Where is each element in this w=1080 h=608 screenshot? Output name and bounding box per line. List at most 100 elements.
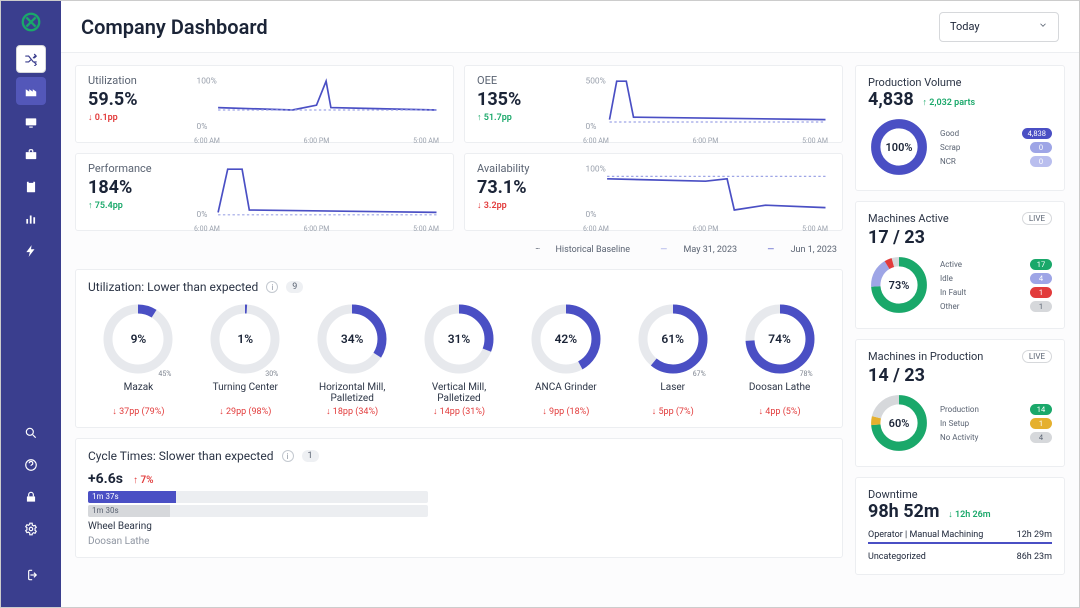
machine-donut[interactable]: 34% Horizontal Mill,Palletized ↓ 18pp (34%… <box>302 302 403 417</box>
utilization-section: Utilization: Lower than expected i 9 9%4… <box>75 269 843 428</box>
machines-active-card[interactable]: Machines Active LIVE 17 / 23 <box>855 201 1065 329</box>
kpi-value: 73.1% <box>477 177 567 198</box>
kpi-legend: ··· Historical Baseline — May 31, 2023 —… <box>75 241 843 259</box>
stat-row: In Fault1 <box>940 287 1052 298</box>
kpi-delta: ↓ 0.1pp <box>88 112 178 123</box>
machine-donut[interactable]: 31%Vertical Mill,Palletized↓ 14pp (31%) <box>409 302 510 417</box>
donut-icon: 61%67% <box>636 302 710 376</box>
nav-shuffle-icon[interactable] <box>16 45 46 73</box>
rc-value: 14 / 23 <box>868 365 1052 386</box>
kpi-delta: ↑ 75.4pp <box>88 200 178 211</box>
kpi-oee[interactable]: OEE 135% ↑ 51.7pp 500% 0% 6:00 AM6:0 <box>464 65 843 143</box>
machine-name: Vertical Mill,Palletized <box>432 382 486 404</box>
downtime-card[interactable]: Downtime 98h 52m ↓ 12h 26m Operator | Ma… <box>855 477 1065 575</box>
stat-pill: 4,838 <box>1022 128 1052 139</box>
machine-name: Horizontal Mill,Palletized <box>319 382 385 404</box>
chevron-down-icon <box>1038 20 1048 33</box>
cycle-bar-expected: 1m 30s <box>88 505 428 517</box>
stat-pill: 0 <box>1030 142 1052 153</box>
kpi-label: Utilization <box>88 74 178 87</box>
stat-row: No Activity4 <box>940 432 1052 443</box>
nav-briefcase-icon[interactable] <box>16 141 46 169</box>
stat-pill: 4 <box>1030 273 1052 284</box>
cycle-machine: Doosan Lathe <box>88 536 830 547</box>
machine-name: Mazak <box>124 382 154 404</box>
rc-value: 17 / 23 <box>868 227 1052 248</box>
live-badge: LIVE <box>1022 350 1052 363</box>
stat-row: Idle 4 <box>940 273 1052 284</box>
machine-delta: ↓ 18pp (34%) <box>326 406 378 417</box>
stat-row: Good 4,838 <box>940 128 1052 139</box>
donut-icon: 60% <box>868 392 930 454</box>
stat-label: Scrap <box>940 143 960 152</box>
topbar: Company Dashboard Today <box>61 1 1079 53</box>
kpi-performance[interactable]: Performance 184% ↑ 75.4pp 0% 6:00 AM6:00… <box>75 153 454 231</box>
count-badge: 1 <box>302 450 319 462</box>
nav-lock-icon[interactable] <box>16 483 46 511</box>
nav-logout-icon[interactable] <box>16 561 46 589</box>
svg-text:0%: 0% <box>197 122 208 132</box>
nav-factory-icon[interactable] <box>16 77 46 105</box>
svg-text:0%: 0% <box>586 210 597 220</box>
brand-logo <box>20 11 42 33</box>
downtime-label: Uncategorized <box>868 552 926 562</box>
machine-donut[interactable]: 9%45% Mazak ↓ 37pp (79%) <box>88 302 189 417</box>
rc-title: Machines Active <box>868 212 949 225</box>
kpi-sparkline: 100% 0% 6:00 AM6:00 PM5:00 AM <box>192 74 441 134</box>
downtime-value: 12h 29m <box>1017 530 1052 540</box>
stat-row: Scrap 0 <box>940 142 1052 153</box>
machine-delta: ↓ 4pp (5%) <box>759 406 801 417</box>
nav-bolt-icon[interactable] <box>16 237 46 265</box>
section-title: Utilization: Lower than expected <box>88 280 258 294</box>
nav-search-icon[interactable] <box>16 419 46 447</box>
info-icon[interactable]: i <box>282 450 294 462</box>
svg-text:500%: 500% <box>586 77 606 87</box>
donut-icon: 31% <box>422 302 496 376</box>
kpi-sparkline: 500% 0% 6:00 AM6:00 PM5:00 AM <box>581 74 830 134</box>
stat-pill: 1 <box>1030 287 1052 298</box>
nav-clipboard-icon[interactable] <box>16 173 46 201</box>
machine-donut[interactable]: 74%78%Doosan Lathe↓ 4pp (5%) <box>729 302 830 417</box>
stat-label: In Setup <box>940 419 969 428</box>
machine-donut[interactable]: 61%67%Laser↓ 5pp (7%) <box>622 302 723 417</box>
nav-help-icon[interactable] <box>16 451 46 479</box>
stat-pill: 17 <box>1030 259 1052 270</box>
stat-pill: 4 <box>1030 432 1052 443</box>
kpi-delta: ↑ 51.7pp <box>477 112 567 123</box>
kpi-value: 135% <box>477 89 567 110</box>
machine-delta: ↓ 9pp (18%) <box>542 406 589 417</box>
rc-title: Downtime <box>868 488 918 501</box>
stat-label: Idle <box>940 274 953 283</box>
donut-icon: 42% <box>529 302 603 376</box>
stat-row: In Setup 1 <box>940 418 1052 429</box>
nav-monitor-icon[interactable] <box>16 109 46 137</box>
live-badge: LIVE <box>1022 212 1052 225</box>
machines-production-card[interactable]: Machines in Production LIVE 14 / 23 <box>855 339 1065 467</box>
rc-title: Machines in Production <box>868 350 983 363</box>
rc-title: Production Volume <box>868 76 961 89</box>
machine-delta: ↓ 37pp (79%) <box>112 406 164 417</box>
donut-icon: 9%45% <box>101 302 175 376</box>
info-icon[interactable]: i <box>266 281 278 293</box>
kpi-label: OEE <box>477 74 567 87</box>
cycle-times-section: Cycle Times: Slower than expected i 1 +6… <box>75 438 843 558</box>
nav-settings-icon[interactable] <box>16 515 46 543</box>
period-select[interactable]: Today <box>939 12 1059 42</box>
donut-icon: 34% <box>315 302 389 376</box>
stat-label: Active <box>940 260 962 269</box>
kpi-delta: ↓ 3.2pp <box>477 200 567 211</box>
stat-pill: 1 <box>1030 301 1052 312</box>
donut-icon: 73% <box>868 254 930 316</box>
sidebar <box>1 1 61 607</box>
stat-label: Good <box>940 129 959 138</box>
nav-chart-icon[interactable] <box>16 205 46 233</box>
machine-name: Turning Center <box>213 382 278 404</box>
cycle-delta-pct: ↑ 7% <box>133 475 154 486</box>
machine-donut[interactable]: 42%ANCA Grinder↓ 9pp (18%) <box>515 302 616 417</box>
machine-donut[interactable]: 1%30%Turning Center↓ 29pp (98%) <box>195 302 296 417</box>
production-volume-card[interactable]: Production Volume 4,838 ↑ 2,032 parts 10… <box>855 65 1065 191</box>
stat-label: NCR <box>940 157 956 166</box>
kpi-utilization[interactable]: Utilization 59.5% ↓ 0.1pp 100% 0% 6: <box>75 65 454 143</box>
stat-pill: 1 <box>1030 418 1052 429</box>
kpi-availability[interactable]: Availability 73.1% ↓ 3.2pp 100% 0% 6 <box>464 153 843 231</box>
